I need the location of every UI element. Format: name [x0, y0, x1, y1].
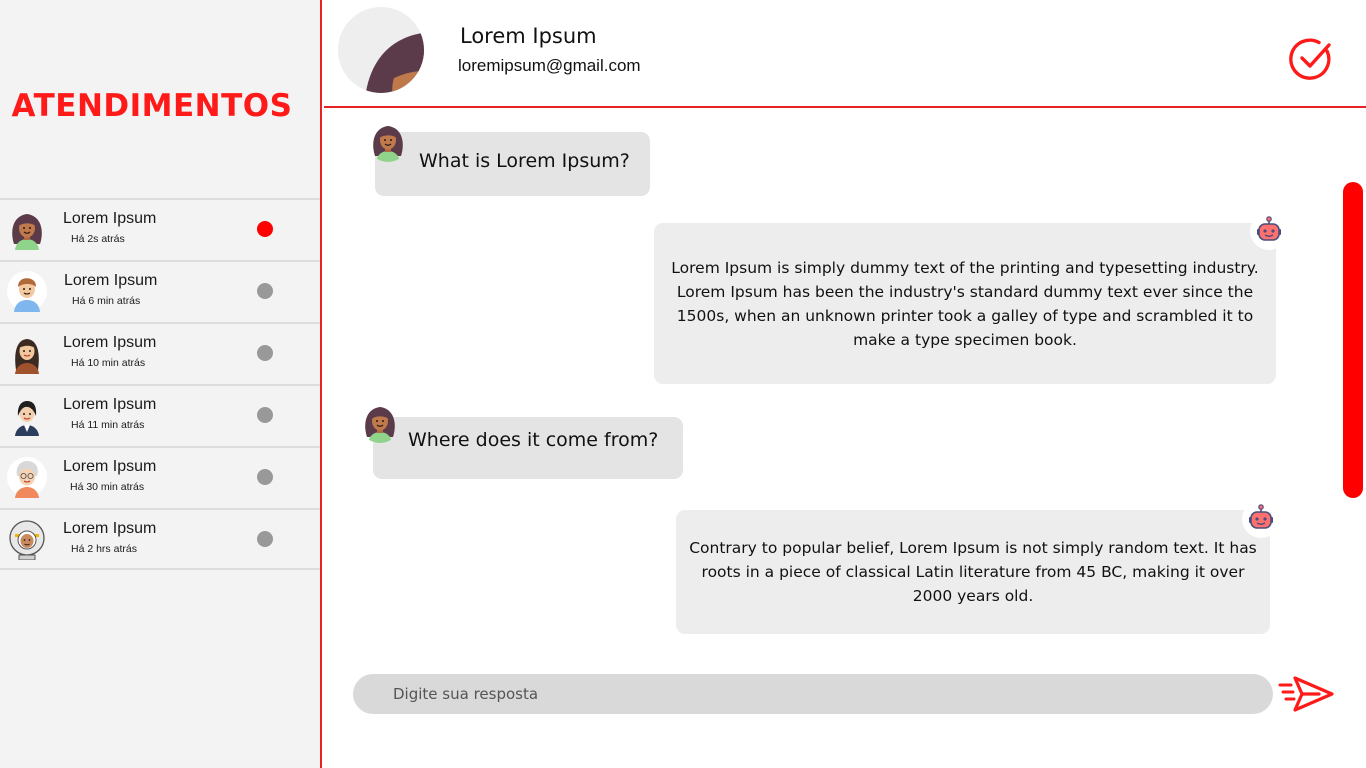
send-icon[interactable]	[1277, 672, 1335, 716]
man-avatar	[7, 271, 47, 312]
user-message: Where does it come from?	[373, 417, 683, 479]
reply-input[interactable]	[353, 674, 1273, 714]
chat-header: Lorem Ipsum loremipsum@gmail.com	[324, 0, 1366, 108]
conversation-item[interactable]: Lorem Ipsum Há 2 hrs atrás	[0, 508, 320, 570]
conversation-item[interactable]: Lorem Ipsum Há 11 min atrás	[0, 384, 320, 446]
woman-long-hair-avatar	[15, 339, 39, 374]
astronaut-avatar	[9, 520, 45, 560]
woman-curly-hair-avatar	[6, 208, 48, 250]
conversation-item[interactable]: Lorem Ipsum Há 30 min atrás	[0, 446, 320, 508]
conversation-list: Lorem Ipsum Há 2s atrás Lorem Ipsum Há 6…	[0, 198, 320, 570]
robot-icon	[1250, 212, 1288, 250]
conversation-name: Lorem Ipsum	[63, 396, 157, 413]
elderly-woman-avatar	[7, 457, 47, 498]
status-dot-idle	[257, 469, 273, 485]
bot-message: Contrary to popular belief, Lorem Ipsum …	[676, 510, 1270, 634]
conversation-item[interactable]: Lorem Ipsum Há 10 min atrás	[0, 322, 320, 384]
conversation-name: Lorem Ipsum	[63, 520, 157, 537]
status-dot-idle	[257, 407, 273, 423]
conversation-time: Há 30 min atrás	[70, 481, 145, 493]
status-dot-idle	[257, 283, 273, 299]
conversation-item[interactable]: Lorem Ipsum Há 2s atrás	[0, 198, 320, 260]
conversation-name: Lorem Ipsum	[64, 272, 158, 289]
contact-avatar	[338, 7, 424, 93]
conversation-time: Há 10 min atrás	[71, 357, 146, 369]
conversation-name: Lorem Ipsum	[63, 334, 157, 351]
check-circle-icon[interactable]	[1289, 37, 1333, 81]
bot-message: Lorem Ipsum is simply dummy text of the …	[654, 223, 1276, 384]
sidebar: ATENDIMENTOS Lorem Ipsum Há 2s atrás Lor…	[0, 0, 322, 768]
status-dot-idle	[257, 345, 273, 361]
user-avatar	[367, 120, 409, 162]
conversation-time: Há 6 min atrás	[72, 295, 141, 307]
contact-email: loremipsum@gmail.com	[458, 56, 641, 75]
conversation-time: Há 2s atrás	[71, 233, 125, 245]
conversation-time: Há 2 hrs atrás	[71, 543, 137, 555]
contact-name: Lorem Ipsum	[460, 24, 597, 48]
woman-suit-avatar	[15, 401, 39, 436]
user-message: What is Lorem Ipsum?	[375, 132, 650, 196]
chat-scrollbar[interactable]	[1343, 182, 1363, 498]
status-dot-active	[257, 221, 273, 237]
conversation-item[interactable]: Lorem Ipsum Há 6 min atrás	[0, 260, 320, 322]
conversation-name: Lorem Ipsum	[63, 458, 157, 475]
conversation-name: Lorem Ipsum	[63, 210, 157, 227]
status-dot-idle	[257, 531, 273, 547]
chat-messages: What is Lorem Ipsum? Lorem Ipsum is simp…	[324, 110, 1366, 768]
sidebar-title: ATENDIMENTOS	[11, 88, 293, 124]
user-avatar	[359, 401, 401, 443]
robot-icon	[1242, 500, 1280, 538]
conversation-time: Há 11 min atrás	[71, 419, 145, 431]
